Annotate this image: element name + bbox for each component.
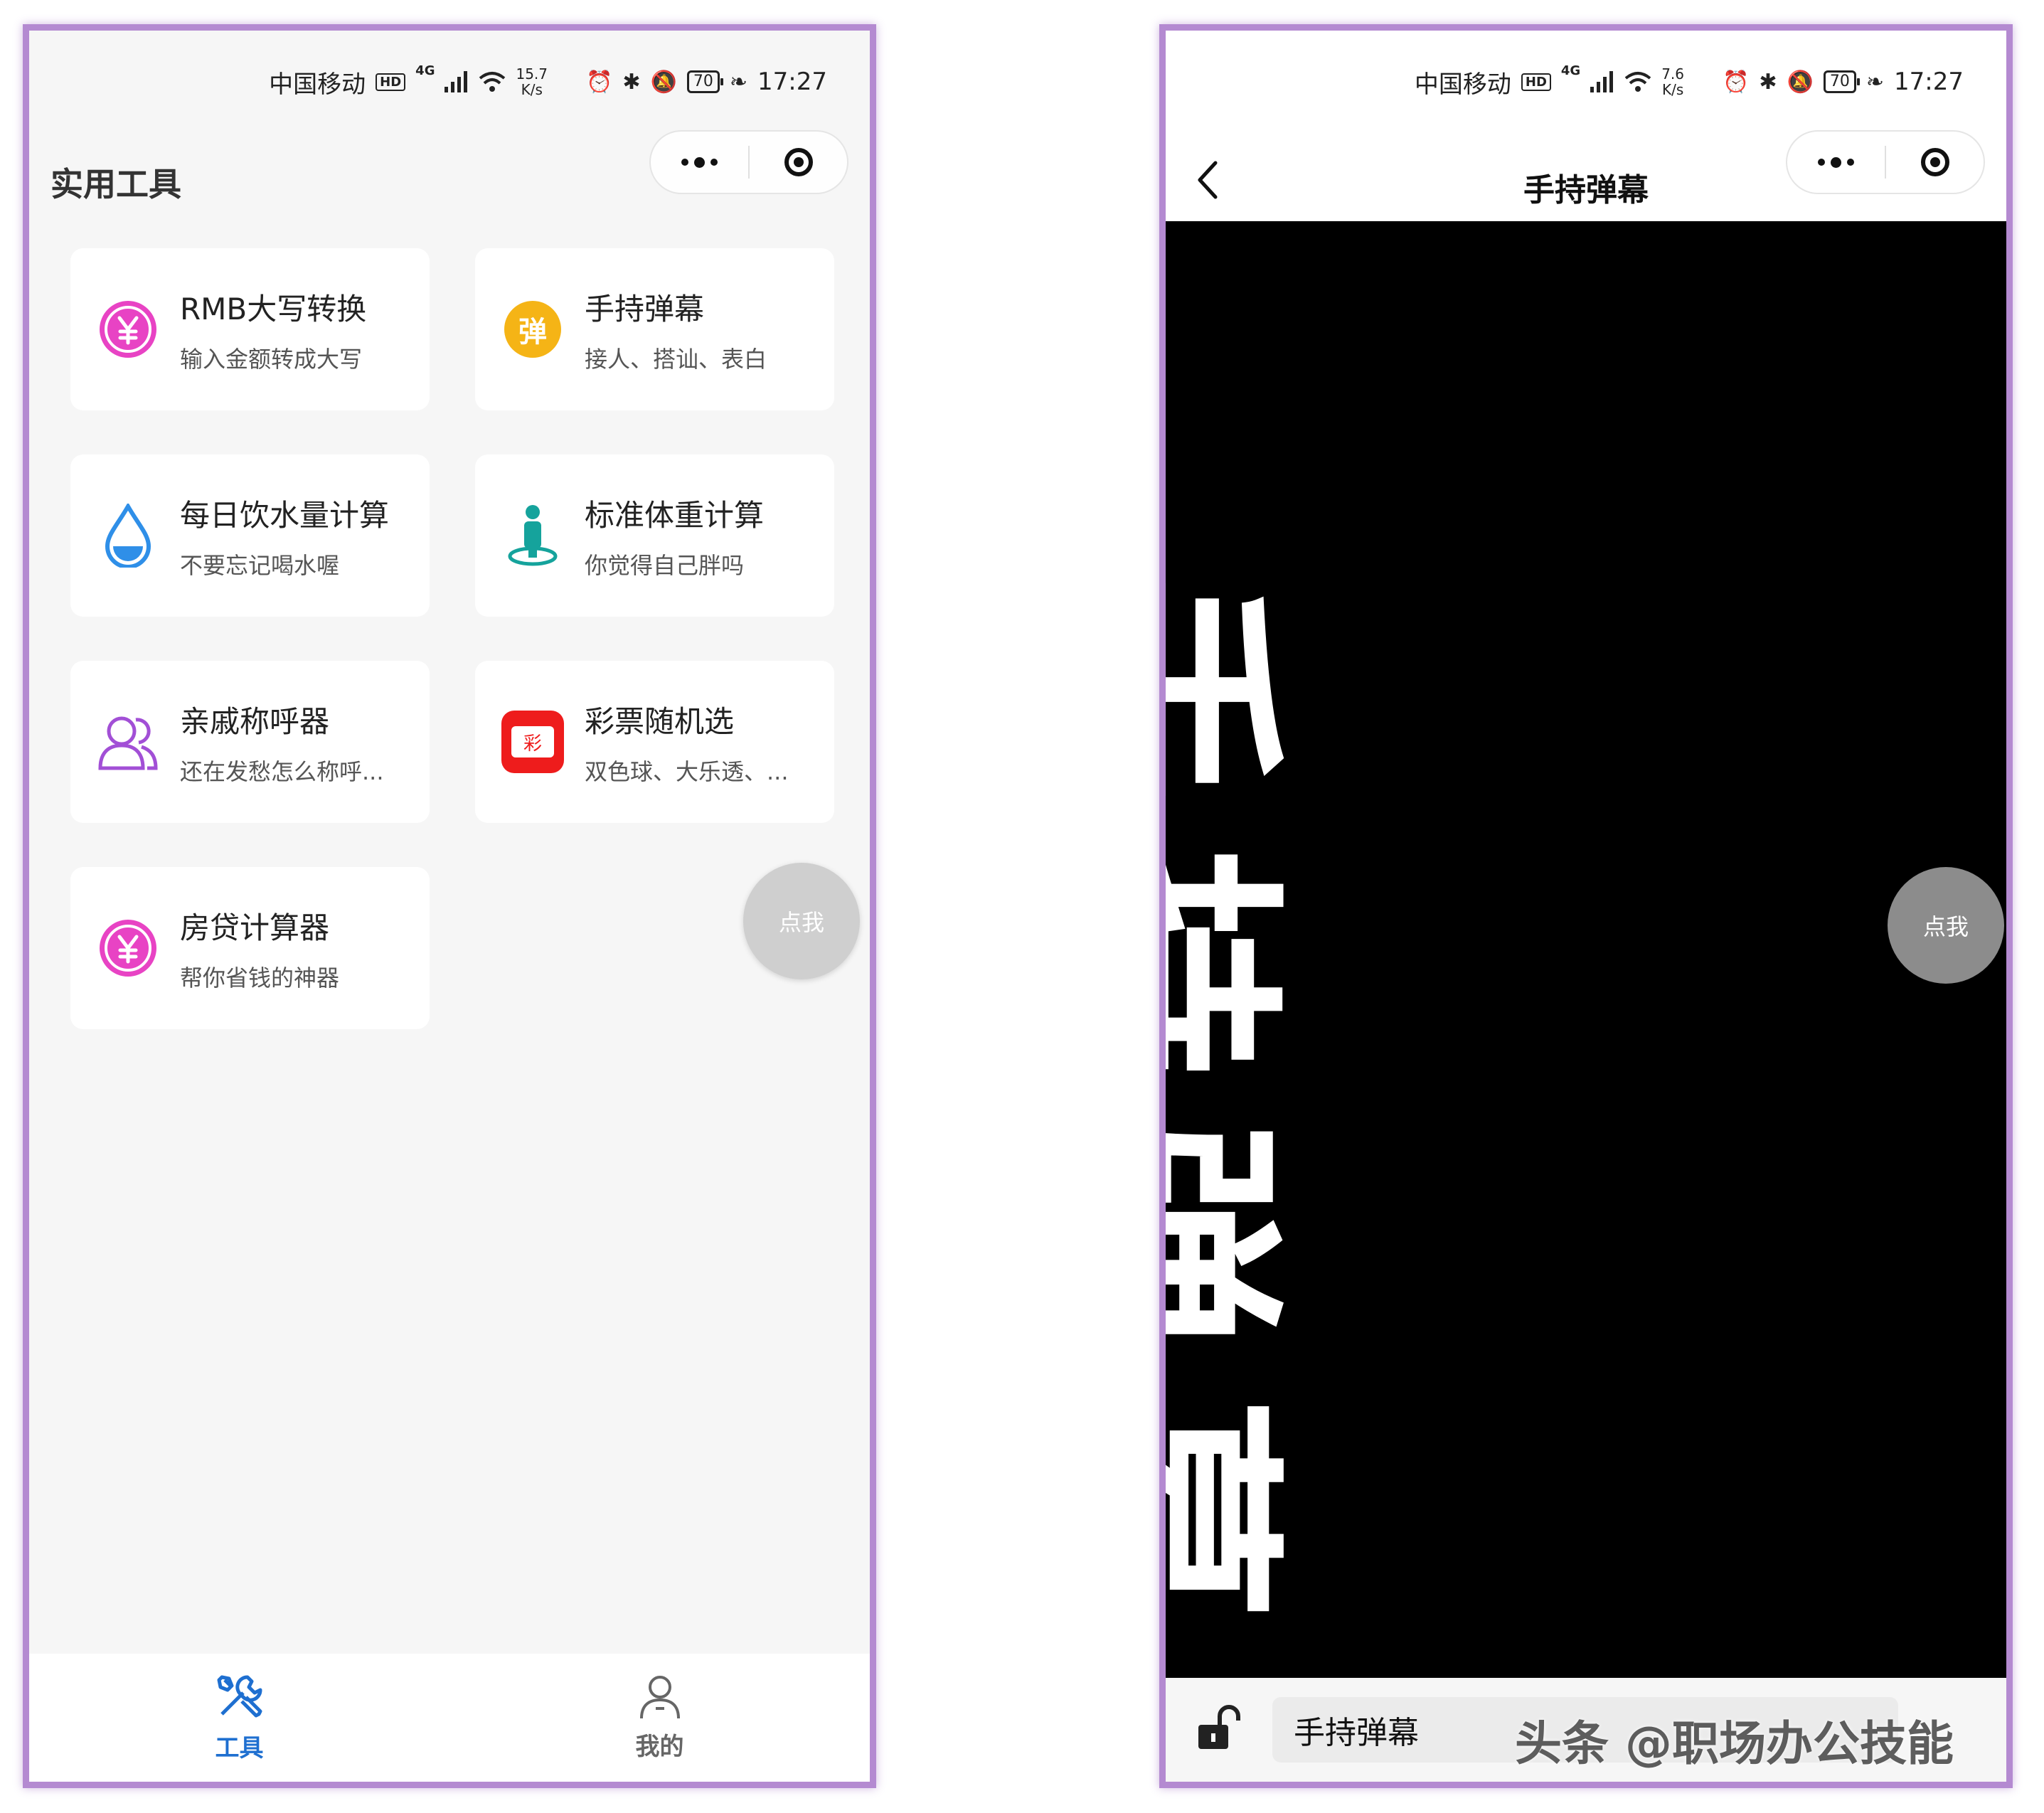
tool-name: RMB大写转换: [180, 291, 367, 326]
tool-name: 房贷计算器: [180, 910, 330, 945]
more-menu-button[interactable]: [1787, 132, 1885, 193]
tab-label: 工具: [215, 1733, 264, 1763]
danmu-icon: 弹: [501, 297, 565, 361]
tool-name: 亲戚称呼器: [180, 703, 330, 739]
signal-icon: [1590, 71, 1614, 92]
clock: 17:27: [757, 68, 827, 96]
leaf-icon: ❧: [729, 69, 748, 95]
network-type: 4G: [1560, 63, 1581, 78]
miniprogram-capsule: [649, 130, 848, 194]
carrier-label: 中国移动: [269, 70, 366, 99]
tool-card-mortgage[interactable]: 房贷计算器 帮你省钱的神器: [70, 867, 430, 1029]
target-icon: [1920, 148, 1949, 176]
wifi-icon: [1624, 72, 1651, 92]
tab-label: 我的: [635, 1732, 684, 1761]
tool-card-lottery[interactable]: 彩 彩票随机选 双色球、大乐透、...: [475, 661, 834, 823]
danmu-scrolling-text: 手持弹幕: [1166, 575, 1299, 1668]
yuan-icon: [96, 297, 160, 361]
mute-bell-icon: 🔕: [1787, 69, 1814, 95]
danmu-screen: 中国移动 HD 4G 7.6 K/s ⏰ ✱ 🔕 70 ❧ 17:27 手持弹幕…: [1159, 24, 2013, 1788]
network-type: 4G: [415, 63, 435, 78]
battery-indicator: 70: [686, 70, 723, 93]
hd-badge: HD: [1521, 73, 1551, 91]
yuan-icon: [96, 916, 160, 980]
close-miniprogram-button[interactable]: [750, 132, 847, 193]
mute-bell-icon: 🔕: [650, 69, 677, 95]
alarm-icon: ⏰: [586, 69, 613, 95]
tool-card-rmb[interactable]: RMB大写转换 输入金额转成大写: [70, 248, 430, 410]
tab-mine[interactable]: 我的: [449, 1654, 870, 1782]
battery-indicator: 70: [1823, 70, 1860, 93]
miniprogram-capsule: [1786, 130, 1985, 194]
carrier-label: 中国移动: [1414, 70, 1511, 99]
tools-screen: 中国移动 HD 4G 15.7 K/s ⏰ ✱ 🔕 70 ❧ 17:27 实用工…: [23, 24, 876, 1788]
tool-desc: 帮你省钱的神器: [180, 964, 340, 991]
tool-card-water[interactable]: 每日饮水量计算 不要忘记喝水喔: [70, 454, 430, 617]
lottery-ticket-icon: 彩: [501, 710, 565, 774]
close-miniprogram-button[interactable]: [1886, 132, 1984, 193]
watermark: 头条 @职场办公技能: [1515, 1716, 1954, 1771]
tool-name: 每日饮水量计算: [180, 497, 390, 533]
more-menu-button[interactable]: [651, 132, 748, 193]
relatives-icon: [96, 710, 160, 774]
person-scale-icon: [501, 504, 565, 568]
tool-card-danmu[interactable]: 弹 手持弹幕 接人、搭讪、表白: [475, 248, 834, 410]
status-bar: 中国移动 HD 4G 7.6 K/s ⏰ ✱ 🔕 70 ❧ 17:27: [1415, 60, 1964, 103]
signal-icon: [445, 71, 468, 92]
unlock-icon: [1198, 1705, 1240, 1749]
tool-name: 彩票随机选: [585, 703, 735, 739]
tap-me-button[interactable]: 点我: [743, 863, 860, 979]
alarm-icon: ⏰: [1723, 69, 1750, 95]
clock: 17:27: [1894, 68, 1964, 96]
tab-tools[interactable]: 工具: [29, 1654, 449, 1782]
leaf-icon: ❧: [1865, 69, 1885, 95]
danmu-display: 手持弹幕: [1166, 221, 2006, 1691]
tap-me-button[interactable]: 点我: [1888, 867, 2004, 984]
tool-name: 手持弹幕: [585, 291, 705, 326]
wifi-icon: [479, 72, 506, 92]
hd-badge: HD: [376, 73, 406, 91]
page-title: 实用工具: [50, 165, 181, 203]
bluetooth-icon: ✱: [1759, 69, 1777, 95]
bluetooth-icon: ✱: [622, 69, 641, 95]
tool-desc: 还在发愁怎么称呼...: [180, 757, 384, 785]
target-icon: [784, 148, 813, 176]
tool-desc: 不要忘记喝水喔: [180, 551, 340, 579]
tools-icon: [217, 1674, 262, 1717]
water-drop-icon: [96, 504, 160, 568]
network-speed: 7.6 K/s: [1661, 65, 1685, 98]
tool-desc: 你觉得自己胖吗: [585, 551, 745, 579]
tool-name: 标准体重计算: [585, 497, 765, 533]
tool-card-relatives[interactable]: 亲戚称呼器 还在发愁怎么称呼...: [70, 661, 430, 823]
tool-desc: 接人、搭讪、表白: [585, 345, 767, 373]
tool-desc: 输入金额转成大写: [180, 345, 363, 373]
status-bar: 中国移动 HD 4G 15.7 K/s ⏰ ✱ 🔕 70 ❧ 17:27: [269, 60, 827, 103]
network-speed: 15.7 K/s: [516, 65, 548, 98]
tool-card-weight[interactable]: 标准体重计算 你觉得自己胖吗: [475, 454, 834, 617]
tool-desc: 双色球、大乐透、...: [585, 757, 789, 785]
unlock-button[interactable]: [1194, 1703, 1244, 1756]
tab-bar: 工具 我的: [29, 1654, 870, 1782]
user-icon: [639, 1675, 680, 1718]
